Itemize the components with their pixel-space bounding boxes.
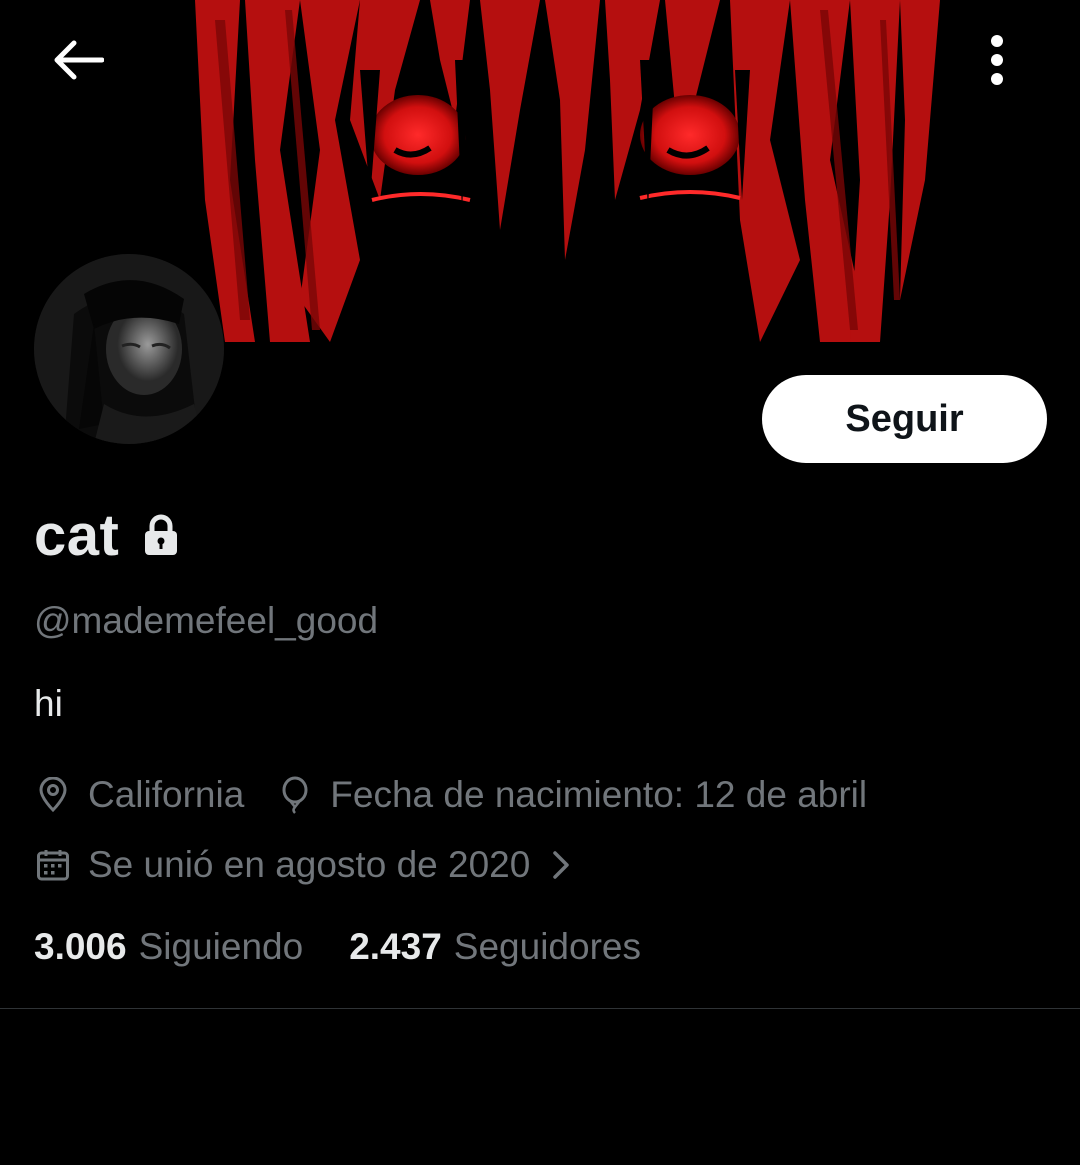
birthday-item: Fecha de nacimiento: 12 de abril xyxy=(276,774,867,816)
profile-name-row: cat xyxy=(34,500,179,570)
calendar-icon xyxy=(34,846,72,884)
divider xyxy=(0,1008,1080,1009)
following-label: Siguiendo xyxy=(138,926,304,967)
joined-text: Se unió en agosto de 2020 xyxy=(88,844,531,885)
avatar[interactable] xyxy=(34,254,224,444)
location-item: California xyxy=(34,774,244,816)
followers-label: Seguidores xyxy=(453,926,641,967)
follow-button[interactable]: Seguir xyxy=(762,375,1047,463)
following-count: 3.006 xyxy=(34,926,127,967)
location-text: California xyxy=(88,774,245,815)
more-options-button[interactable] xyxy=(960,22,1034,98)
profile-handle: @mademefeel_good xyxy=(34,600,379,641)
joined-item: Se unió en agosto de 2020 xyxy=(34,844,530,886)
following-link[interactable]: 3.006 Siguiendo xyxy=(34,926,303,968)
joined-row[interactable]: Se unió en agosto de 2020 xyxy=(34,840,570,890)
display-name: cat xyxy=(34,502,120,568)
more-vertical-icon xyxy=(991,35,1003,85)
profile-stats: 3.006 Siguiendo 2.437 Seguidores xyxy=(34,926,641,968)
lock-icon xyxy=(143,514,179,556)
back-button[interactable] xyxy=(38,24,118,96)
followers-count: 2.437 xyxy=(349,926,442,967)
profile-bio: hi xyxy=(34,683,63,724)
arrow-left-icon xyxy=(54,40,104,80)
chevron-right-icon xyxy=(552,850,570,880)
birthday-text: Fecha de nacimiento: 12 de abril xyxy=(330,774,868,815)
followers-link[interactable]: 2.437 Seguidores xyxy=(349,926,641,968)
location-pin-icon xyxy=(34,776,72,814)
balloon-icon xyxy=(276,776,314,814)
profile-meta-row: California Fecha de nacimiento: 12 de ab… xyxy=(34,770,867,820)
avatar-image xyxy=(34,254,224,444)
